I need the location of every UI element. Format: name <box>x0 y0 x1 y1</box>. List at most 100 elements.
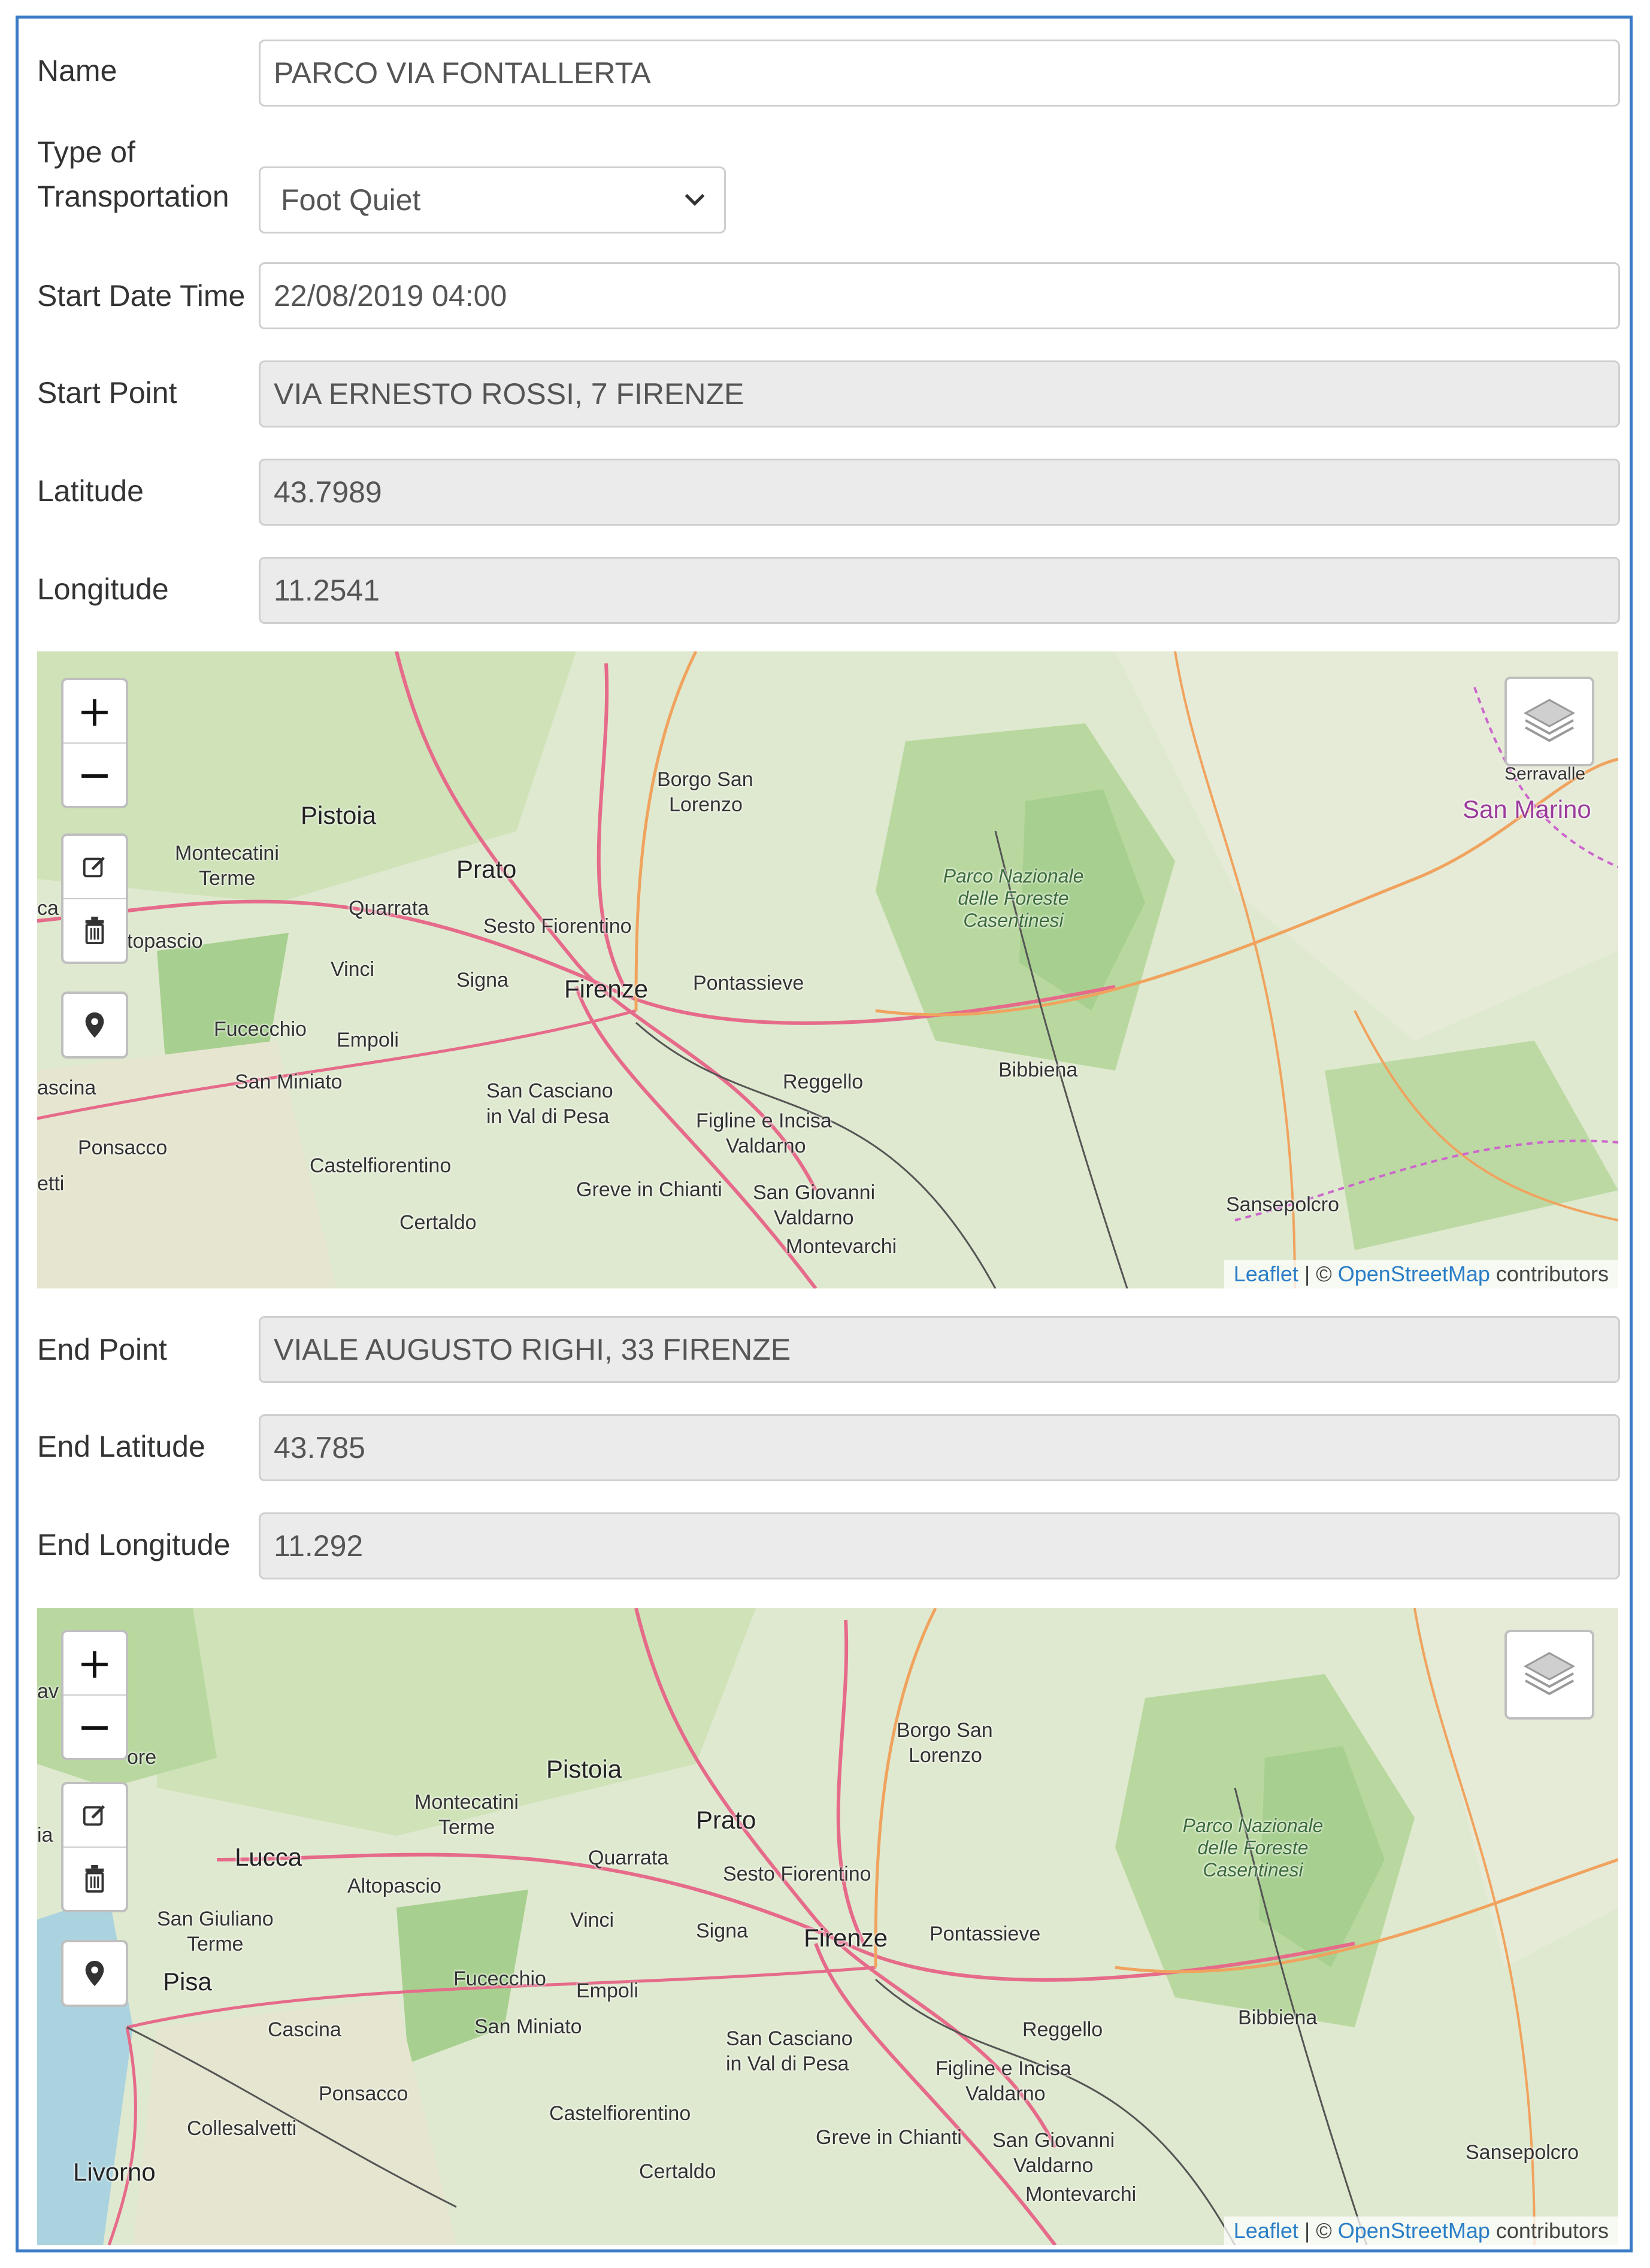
zoom-out-button[interactable]: − <box>63 742 126 806</box>
draw-marker-button[interactable] <box>63 994 126 1056</box>
start-point-map[interactable]: Pistoia Montecatini Terme Prato Quarrata… <box>37 651 1618 1288</box>
map-label-altopascio: Altopascio <box>347 1875 441 1897</box>
map-label-parco3: Casentinesi <box>963 909 1064 931</box>
map-label-fucecchio: Fucecchio <box>453 1967 546 1990</box>
zoom-in-button[interactable]: + <box>63 680 126 742</box>
map-label-montevarchi: Montevarchi <box>1025 2183 1137 2206</box>
map-label-montecatini: Montecatini <box>414 1791 519 1814</box>
start-point-label: Start Point <box>37 376 177 410</box>
leaflet-link[interactable]: Leaflet <box>1234 1262 1298 1286</box>
layers-icon <box>1523 699 1576 742</box>
transport-label-line2: Transportation <box>37 180 229 213</box>
map-label-empoli: Empoli <box>576 1979 638 2002</box>
map-attribution: Leaflet | © OpenStreetMap contributors <box>1224 1260 1618 1288</box>
start-point-input: VIA ERNESTO ROSSI, 7 FIRENZE <box>259 360 1620 427</box>
map-label-ponsacco: Ponsacco <box>78 1136 168 1159</box>
chevron-down-icon <box>685 193 705 206</box>
map-label-parco2: delle Foreste <box>1197 1837 1309 1858</box>
map-label-parco2: delle Foreste <box>958 887 1069 909</box>
map-label-signa: Signa <box>456 969 508 992</box>
map-label-altopascio: topascio <box>127 930 203 953</box>
start-date-input[interactable]: 22/08/2019 04:00 <box>259 262 1620 329</box>
map-label-sangiovanni2: Valdarno <box>774 1206 854 1229</box>
map-label-av: av <box>37 1680 59 1703</box>
map-label-firenze: Firenze <box>804 1924 888 1952</box>
map-label-borgo2: Lorenzo <box>909 1744 982 1767</box>
osm-link[interactable]: OpenStreetMap <box>1338 2218 1490 2243</box>
map-marker-icon <box>85 1960 104 1987</box>
map-label-montecatini: Montecatini <box>175 842 279 865</box>
map-label-terme: Terme <box>438 1816 495 1839</box>
map-label-sangiovanni2: Valdarno <box>1013 2154 1094 2177</box>
map-label-bibbiena: Bibbiena <box>998 1059 1078 1081</box>
layers-icon <box>1523 1652 1576 1696</box>
map-label-castelfiorentino: Castelfiorentino <box>549 2102 691 2125</box>
map-label-parco3: Casentinesi <box>1203 1859 1303 1881</box>
delete-layers-button[interactable] <box>63 898 126 962</box>
map-label-pontassieve: Pontassieve <box>693 972 804 994</box>
zoom-control: + − <box>61 1630 128 1760</box>
map-label-sanminiato: San Miniato <box>474 2015 582 2038</box>
map-label-greve: Greve in Chianti <box>576 1178 722 1201</box>
map-label-pistoia: Pistoia <box>546 1755 622 1783</box>
end-point-map[interactable]: Pistoia Montecatini Terme Prato Lucca Al… <box>37 1608 1618 2245</box>
end-point-label: End Point <box>37 1333 167 1366</box>
map-label-parco: Parco Nazionale delle Foreste Casentines… <box>1157 1815 1349 1881</box>
zoom-control: + − <box>61 678 128 808</box>
map-label-bibbiena: Bibbiena <box>1238 2006 1318 2029</box>
map-label-sesto: Sesto Fiorentino <box>483 915 632 938</box>
name-input[interactable]: PARCO VIA FONTALLERTA <box>259 40 1620 107</box>
zoom-in-button[interactable]: + <box>63 1632 126 1694</box>
marker-control <box>61 992 128 1059</box>
map-label-montevarchi: Montevarchi <box>786 1235 897 1258</box>
map-label-borgo1: Borgo San <box>897 1719 993 1742</box>
layers-button[interactable] <box>1504 1630 1594 1720</box>
map-label-pontassieve: Pontassieve <box>930 1923 1041 1945</box>
map-label-sansepolcro: Sansepolcro <box>1466 2141 1579 2164</box>
attribution-tail: contributors <box>1489 2218 1609 2243</box>
end-longitude-input: 11.292 <box>259 1512 1620 1579</box>
map-label-cascina: Cascina <box>268 2018 341 2041</box>
map-label-sanmarino: San Marino <box>1463 795 1591 823</box>
map-label-sancasciano2: in Val di Pesa <box>726 2052 849 2075</box>
end-latitude-label: End Latitude <box>37 1430 205 1463</box>
delete-layers-button[interactable] <box>63 1846 126 1910</box>
osm-link[interactable]: OpenStreetMap <box>1338 1262 1490 1286</box>
map-label-cascina: ascina <box>37 1077 96 1099</box>
leaflet-link[interactable]: Leaflet <box>1234 2218 1298 2243</box>
map-label-ore: ore <box>127 1746 157 1769</box>
map-label-quarrata: Quarrata <box>349 897 429 920</box>
marker-control <box>61 1940 128 2007</box>
edit-layers-button[interactable] <box>63 1784 126 1846</box>
map-label-ia: ia <box>37 1824 53 1846</box>
zoom-out-button[interactable]: − <box>63 1694 126 1758</box>
map-label-reggello: Reggello <box>783 1071 864 1093</box>
map-label-parco1: Parco Nazionale <box>1182 1815 1324 1836</box>
longitude-input: 11.2541 <box>259 557 1620 624</box>
edit-icon <box>83 856 105 878</box>
draw-marker-button[interactable] <box>63 1942 126 2005</box>
latitude-input: 43.7989 <box>259 459 1620 526</box>
draw-edit-control <box>61 1782 128 1912</box>
map-label-figline2: Valdarno <box>965 2082 1046 2105</box>
layers-button[interactable] <box>1504 677 1594 766</box>
edit-layers-button[interactable] <box>63 836 126 898</box>
map-label-sancasciano1: San Casciano <box>486 1080 613 1102</box>
map-label-prato: Prato <box>696 1806 756 1834</box>
map-label-firenze: Firenze <box>564 975 649 1003</box>
map-label-sancasciano2: in Val di Pesa <box>486 1105 610 1128</box>
map-label-parco: Parco Nazionale delle Foreste Casentines… <box>918 865 1109 932</box>
map-label-terme: Terme <box>199 867 256 890</box>
map-label-pisa: Pisa <box>163 1967 212 1996</box>
map-label-sansepolcro: Sansepolcro <box>1226 1193 1340 1216</box>
attribution-tail: contributors <box>1489 1262 1609 1286</box>
map-label-serravalle: Serravalle <box>1504 764 1586 784</box>
transport-select[interactable]: Foot Quiet <box>259 166 726 234</box>
map-label-fucecchio: Fucecchio <box>214 1018 307 1041</box>
map-label-borgo1: Borgo San <box>657 768 753 791</box>
map-label-reggello: Reggello <box>1022 2018 1103 2041</box>
map-label-parco1: Parco Nazionale <box>943 865 1084 887</box>
end-latitude-input: 43.785 <box>259 1414 1620 1481</box>
longitude-label: Longitude <box>37 572 169 606</box>
transport-label-line1: Type of <box>37 135 135 169</box>
